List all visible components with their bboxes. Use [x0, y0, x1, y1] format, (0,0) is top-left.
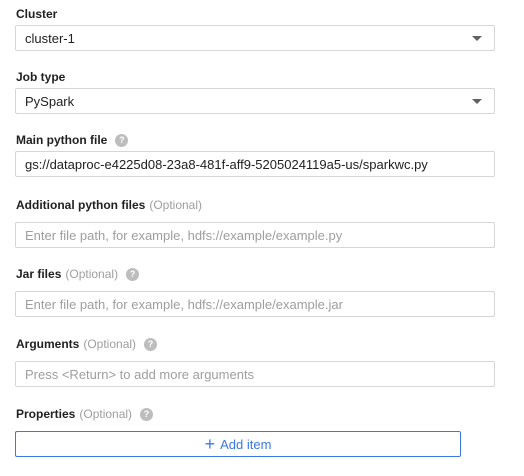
cluster-label-row: Cluster — [16, 6, 57, 22]
jar-files-input[interactable]: Enter file path, for example, hdfs://exa… — [15, 291, 495, 317]
arguments-label: Arguments — [16, 337, 80, 351]
main-python-file-label: Main python file — [16, 133, 108, 147]
job-type-label: Job type — [16, 70, 66, 84]
main-python-file-input[interactable]: gs://dataproc-e4225d08-23a8-481f-aff9-52… — [15, 151, 495, 177]
arguments-placeholder: Press <Return> to add more arguments — [25, 366, 255, 382]
help-icon[interactable]: ? — [140, 407, 154, 421]
help-icon[interactable]: ? — [115, 133, 129, 147]
add-item-button[interactable]: + Add item — [15, 431, 461, 457]
arguments-input[interactable]: Press <Return> to add more arguments — [15, 361, 495, 387]
arguments-label-row: Arguments (Optional) ? — [16, 336, 158, 352]
additional-python-files-input[interactable]: Enter file path, for example, hdfs://exa… — [15, 222, 495, 248]
optional-tag: (Optional) — [149, 198, 203, 212]
optional-tag: (Optional) — [83, 337, 137, 351]
help-icon[interactable]: ? — [144, 337, 158, 351]
dropdown-arrow-icon — [472, 35, 482, 41]
dropdown-arrow-icon — [472, 98, 482, 104]
job-type-label-row: Job type — [16, 69, 65, 85]
cluster-select[interactable]: cluster-1 — [15, 25, 495, 51]
additional-python-files-label-row: Additional python files (Optional) — [16, 197, 202, 213]
optional-tag: (Optional) — [65, 267, 119, 281]
properties-label: Properties — [16, 407, 76, 421]
job-type-select-value: PySpark — [25, 93, 75, 109]
help-icon[interactable]: ? — [126, 267, 140, 281]
main-python-file-value: gs://dataproc-e4225d08-23a8-481f-aff9-52… — [25, 156, 428, 172]
main-python-file-label-row: Main python file ? — [16, 132, 129, 148]
jar-files-placeholder: Enter file path, for example, hdfs://exa… — [25, 296, 343, 312]
additional-python-files-placeholder: Enter file path, for example, hdfs://exa… — [25, 227, 343, 243]
properties-label-row: Properties (Optional) ? — [16, 406, 154, 422]
add-item-label: Add item — [220, 436, 272, 452]
cluster-select-value: cluster-1 — [25, 30, 75, 46]
job-type-select[interactable]: PySpark — [15, 88, 495, 114]
jar-files-label-row: Jar files (Optional) ? — [16, 266, 140, 282]
jar-files-label: Jar files — [16, 267, 62, 281]
additional-python-files-label: Additional python files — [16, 198, 146, 212]
cluster-label: Cluster — [16, 7, 58, 21]
plus-icon: + — [204, 434, 216, 454]
optional-tag: (Optional) — [79, 407, 133, 421]
